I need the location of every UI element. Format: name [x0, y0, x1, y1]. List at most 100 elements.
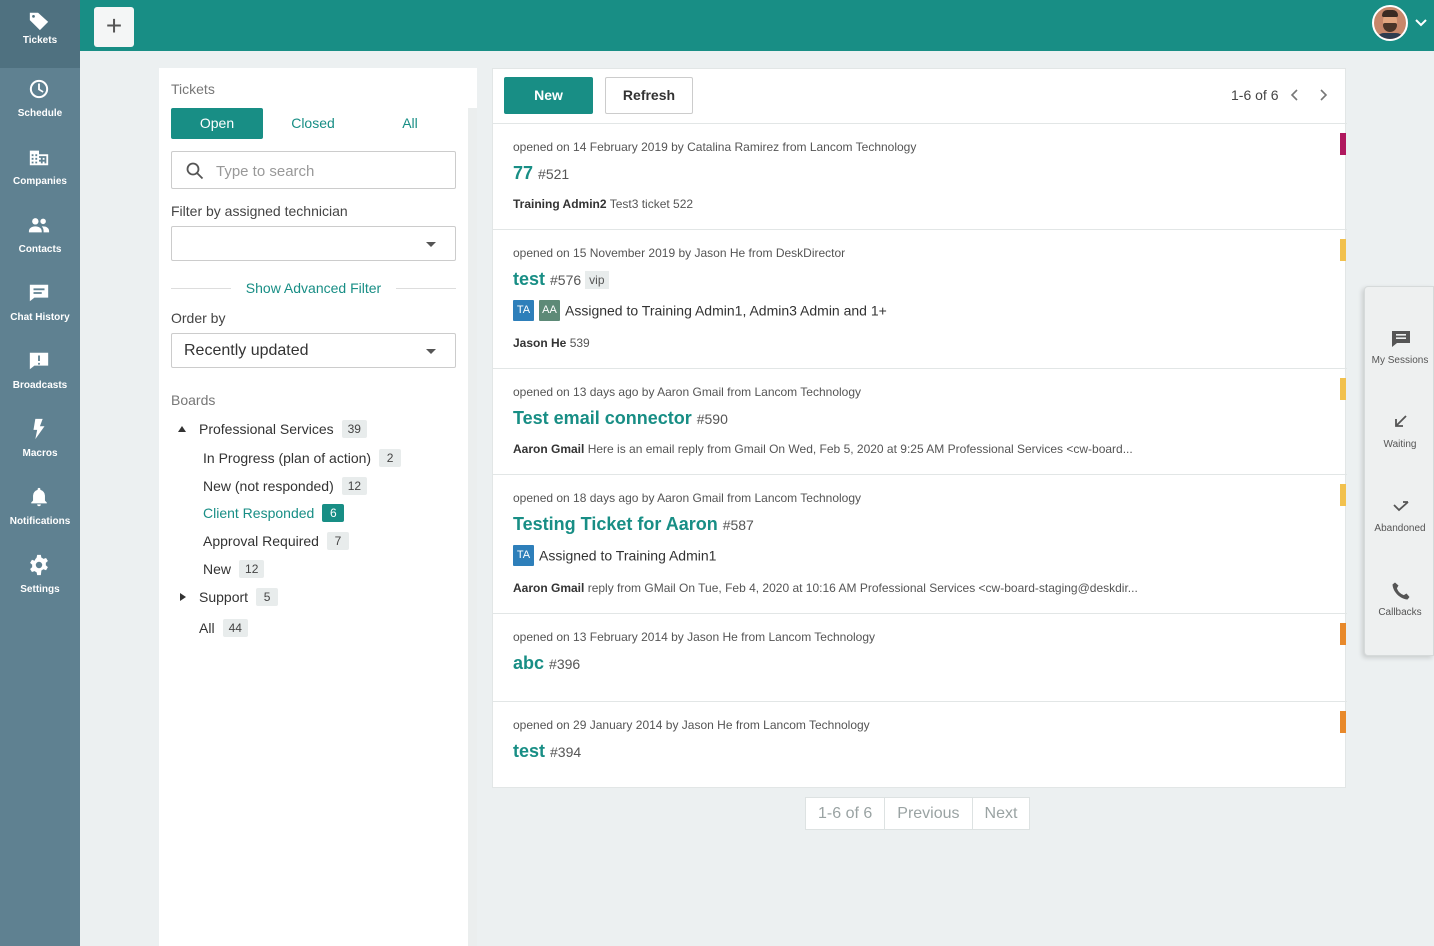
- board-approval-required[interactable]: Approval Required 7: [203, 532, 349, 552]
- order-value: Recently updated: [184, 342, 309, 359]
- priority-marker: [1340, 484, 1346, 506]
- ticket-title-line: test #394: [513, 741, 581, 762]
- board-new-not-responded[interactable]: New (not responded) 12: [203, 477, 368, 497]
- ticket-number: #576: [550, 271, 582, 288]
- tab-all[interactable]: All: [364, 108, 456, 139]
- order-label: Order by: [171, 310, 226, 326]
- board-new[interactable]: New 12: [203, 560, 265, 580]
- priority-marker: [1340, 623, 1346, 645]
- callbacks-button[interactable]: Callbacks: [1365, 581, 1434, 641]
- ticket-toolbar: New Refresh 1-6 of 6: [493, 69, 1347, 124]
- expand-icon[interactable]: [180, 593, 186, 601]
- ticket-title-line: Testing Ticket for Aaron #587: [513, 514, 754, 535]
- ticket-row[interactable]: opened on 29 January 2014 by Jason He fr…: [493, 702, 1347, 788]
- ticket-row[interactable]: opened on 14 February 2019 by Catalina R…: [493, 124, 1347, 230]
- note-text: Here is an email reply from Gmail On Wed…: [587, 442, 1133, 456]
- board-name: All: [199, 620, 215, 637]
- note-author: Aaron Gmail: [513, 581, 585, 595]
- technician-select[interactable]: [171, 226, 456, 261]
- board-name: Client Responded: [203, 505, 315, 522]
- ticket-number: #587: [722, 516, 754, 533]
- ticket-row[interactable]: opened on 18 days ago by Aaron Gmail fro…: [493, 475, 1347, 614]
- note-author: Aaron Gmail: [513, 442, 585, 456]
- my-sessions-button[interactable]: My Sessions: [1365, 329, 1434, 389]
- nav-label: Notifications: [9, 516, 71, 527]
- board-name: Approval Required: [203, 533, 319, 550]
- user-avatar[interactable]: [1372, 5, 1408, 41]
- nav-item-contacts[interactable]: Contacts: [0, 204, 80, 272]
- filter-scrollbar[interactable]: [468, 108, 477, 946]
- ticket-meta: opened on 29 January 2014 by Jason He fr…: [513, 718, 870, 732]
- chevron-right-icon[interactable]: [1316, 88, 1330, 102]
- ticket-meta: opened on 18 days ago by Aaron Gmail fro…: [513, 491, 861, 505]
- ticket-row[interactable]: opened on 13 February 2014 by Jason He f…: [493, 614, 1347, 702]
- ticket-title[interactable]: Testing Ticket for Aaron: [513, 514, 718, 534]
- nav-label: Macros: [22, 448, 58, 459]
- ticket-number: #394: [550, 743, 582, 760]
- board-count: 2: [379, 449, 402, 468]
- order-select[interactable]: Recently updated: [171, 333, 456, 368]
- ticket-title[interactable]: Test email connector: [513, 408, 692, 428]
- phone-icon: [1392, 582, 1410, 600]
- chevron-down-icon[interactable]: [1414, 16, 1428, 30]
- ticket-title[interactable]: test: [513, 269, 545, 289]
- note-text: Test3 ticket 522: [609, 197, 694, 211]
- ticket-title[interactable]: 77: [513, 163, 533, 183]
- sessions-label: Callbacks: [1378, 607, 1422, 618]
- next-page-button[interactable]: Next: [973, 798, 1030, 829]
- panel-title: Tickets: [171, 81, 215, 97]
- search-input[interactable]: [216, 160, 446, 182]
- nav-label: Tickets: [22, 35, 58, 46]
- board-count: 12: [239, 560, 265, 579]
- nav-item-notifications[interactable]: Notifications: [0, 476, 80, 544]
- ticket-meta: opened on 14 February 2019 by Catalina R…: [513, 140, 917, 154]
- abandoned-button[interactable]: Abandoned: [1365, 497, 1434, 557]
- page-info: 1-6 of 6: [1231, 87, 1279, 103]
- previous-page-button[interactable]: Previous: [885, 798, 973, 829]
- avatar: AA: [539, 300, 560, 321]
- people-icon: [28, 218, 50, 233]
- tab-closed[interactable]: Closed: [267, 108, 359, 139]
- board-count: 7: [326, 532, 349, 551]
- ticket-last-note: Training Admin2 Test3 ticket 522: [513, 197, 693, 211]
- nav-item-companies[interactable]: Companies: [0, 136, 80, 204]
- note-text: reply from GMail On Tue, Feb 4, 2020 at …: [587, 581, 1138, 595]
- new-ticket-button[interactable]: New: [504, 77, 593, 114]
- board-support[interactable]: Support 5: [159, 588, 279, 608]
- chevron-left-icon[interactable]: [1288, 88, 1302, 102]
- refresh-button[interactable]: Refresh: [605, 77, 693, 114]
- collapse-icon[interactable]: [178, 426, 186, 432]
- ticket-title-line: abc #396: [513, 653, 580, 674]
- ticket-title[interactable]: abc: [513, 653, 544, 673]
- ticket-row[interactable]: opened on 13 days ago by Aaron Gmail fro…: [493, 369, 1347, 475]
- nav-item-chat-history[interactable]: Chat History: [0, 272, 80, 340]
- bottom-pager: 1-6 of 6 Previous Next: [805, 797, 1031, 830]
- nav-item-settings[interactable]: Settings: [0, 544, 80, 612]
- advanced-filter-label: Show Advanced Filter: [245, 280, 382, 296]
- board-all[interactable]: All 44: [199, 619, 248, 639]
- board-professional-services[interactable]: Professional Services 39: [159, 420, 367, 440]
- search-box[interactable]: [171, 151, 456, 189]
- nav-item-broadcasts[interactable]: Broadcasts: [0, 340, 80, 408]
- technician-label: Filter by assigned technician: [171, 203, 348, 219]
- advanced-filter-toggle[interactable]: Show Advanced Filter: [171, 278, 456, 298]
- boards-title: Boards: [171, 392, 216, 408]
- board-in-progress[interactable]: In Progress (plan of action) 2: [203, 449, 402, 469]
- caret-down-icon: [426, 349, 436, 354]
- nav-item-macros[interactable]: Macros: [0, 408, 80, 476]
- board-count: 5: [256, 588, 279, 607]
- vip-tag: vip: [585, 270, 609, 289]
- ticket-title[interactable]: test: [513, 741, 545, 761]
- board-client-responded[interactable]: Client Responded 6: [203, 504, 345, 524]
- nav-item-tickets[interactable]: Tickets: [0, 0, 80, 68]
- note-author: Jason He: [513, 336, 567, 350]
- add-button[interactable]: +: [94, 7, 134, 47]
- building-icon: [29, 150, 49, 166]
- waiting-button[interactable]: Waiting: [1365, 413, 1434, 473]
- tab-open[interactable]: Open: [171, 108, 263, 139]
- ticket-last-note: Jason He 539: [513, 336, 590, 350]
- nav-item-schedule[interactable]: Schedule: [0, 68, 80, 136]
- ticket-meta: opened on 15 November 2019 by Jason He f…: [513, 246, 846, 260]
- ticket-number: #521: [538, 165, 570, 182]
- ticket-row[interactable]: opened on 15 November 2019 by Jason He f…: [493, 230, 1347, 369]
